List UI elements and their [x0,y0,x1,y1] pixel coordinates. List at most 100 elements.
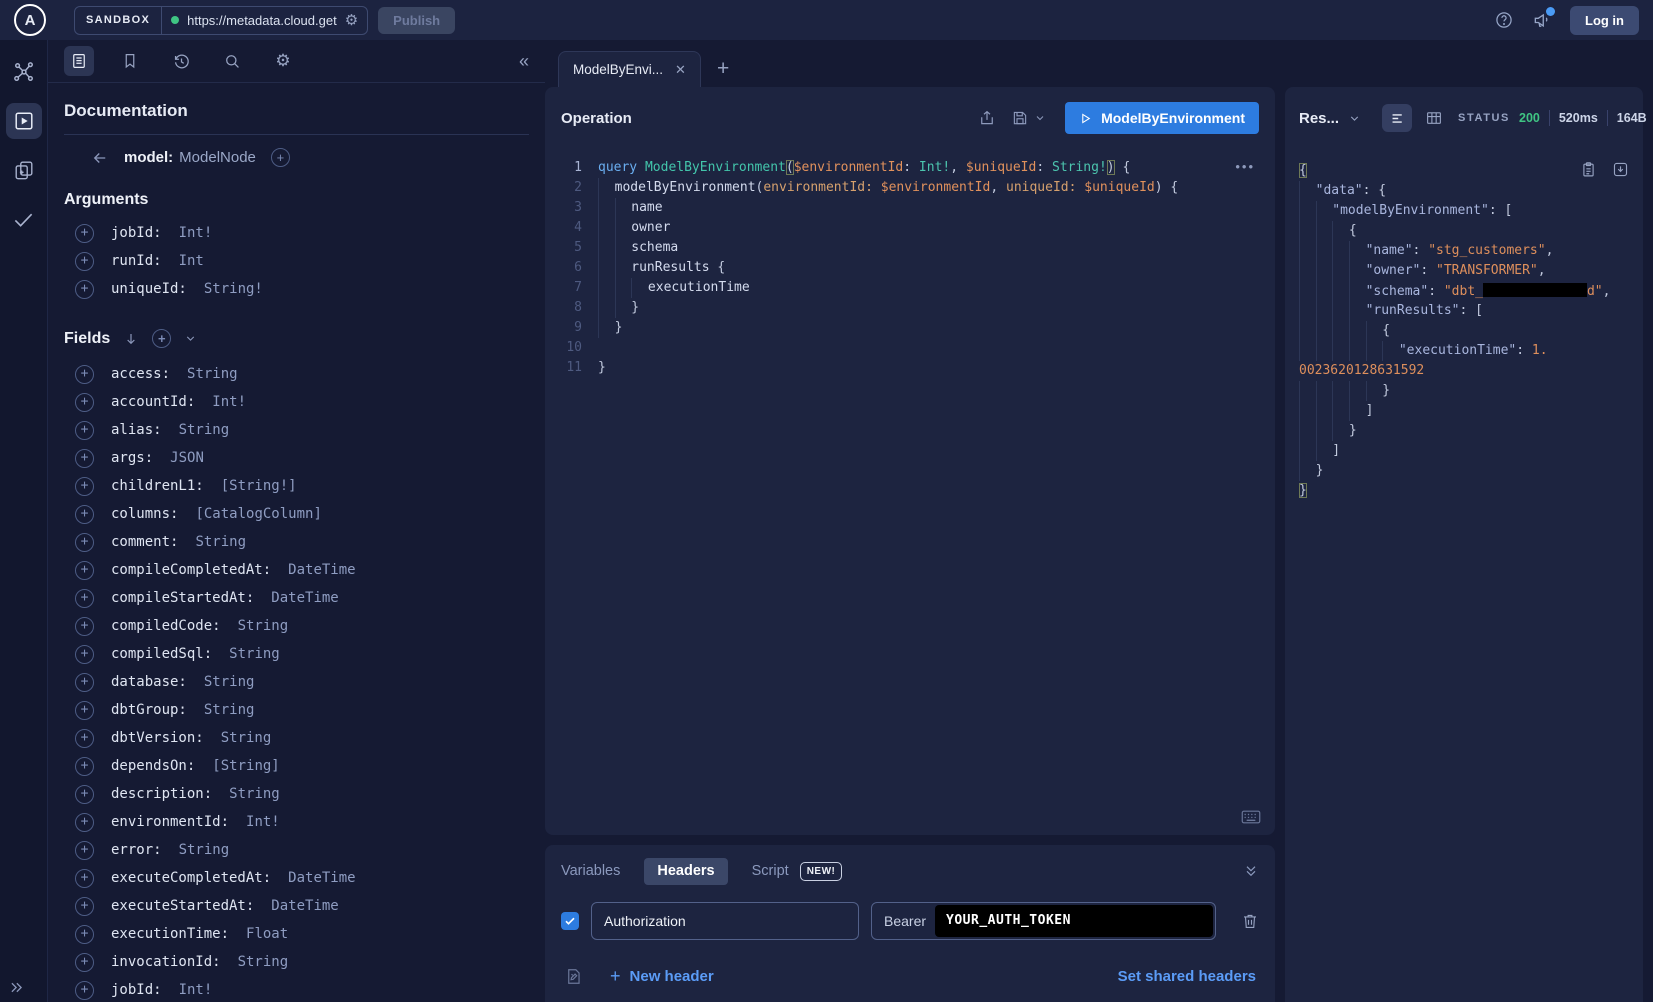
chevron-down-icon[interactable] [184,332,197,345]
tab-headers[interactable]: Headers [644,858,727,885]
doc-field-row[interactable]: executeCompletedAt:DateTime [64,864,529,892]
share-operation-icon[interactable] [978,109,996,127]
add-to-operation-icon[interactable] [75,365,94,384]
history-icon[interactable] [166,46,196,76]
tab-variables[interactable]: Variables [561,864,620,879]
search-icon[interactable] [217,46,247,76]
add-to-operation-icon[interactable] [75,393,94,412]
add-all-fields-icon[interactable] [152,329,171,348]
tab-script-group[interactable]: Script NEW! [752,862,843,881]
doc-field-row[interactable]: comment:String [64,528,529,556]
settings-gear-icon[interactable]: ⚙ [268,46,298,76]
nav-collections[interactable] [6,152,42,188]
editor-options-icon[interactable]: ••• [1235,159,1255,174]
expand-rail-button[interactable] [8,979,25,996]
doc-field-row[interactable]: accountId:Int! [64,388,529,416]
doc-argument-row[interactable]: jobId:Int! [64,219,529,247]
sort-descending-icon[interactable] [123,331,139,347]
new-header-button[interactable]: + New header [610,967,714,985]
add-to-operation-icon[interactable] [75,757,94,776]
add-to-operation-icon[interactable] [75,953,94,972]
doc-field-row[interactable]: alias:String [64,416,529,444]
graph-selector[interactable]: SANDBOX https://metadata.cloud.get ⚙ [74,6,368,35]
header-name-input[interactable] [591,902,859,940]
login-button[interactable]: Log in [1570,6,1639,35]
add-to-operation-icon[interactable] [75,841,94,860]
operation-tab[interactable]: ModelByEnvi... ✕ [558,51,701,87]
auth-token-value[interactable]: YOUR_AUTH_TOKEN [935,905,1213,937]
header-value-input[interactable]: Bearer YOUR_AUTH_TOKEN [871,902,1216,940]
doc-field-row[interactable]: access:String [64,360,529,388]
breadcrumb-type[interactable]: ModelNode [179,149,256,166]
doc-field-row[interactable]: description:String [64,780,529,808]
keyboard-shortcuts-icon[interactable] [1241,809,1261,825]
copy-response-icon[interactable] [1580,161,1597,178]
doc-field-row[interactable]: executeStartedAt:DateTime [64,892,529,920]
add-to-operation-icon[interactable] [75,813,94,832]
back-arrow-icon[interactable] [91,149,109,167]
set-shared-headers-link[interactable]: Set shared headers [1118,968,1256,985]
doc-field-row[interactable]: compiledCode:String [64,612,529,640]
add-to-operation-icon[interactable] [75,224,94,243]
response-title[interactable]: Res... [1299,110,1339,127]
apollo-logo[interactable]: A [14,4,46,36]
run-operation-button[interactable]: ModelByEnvironment [1065,102,1259,134]
doc-field-row[interactable]: dependsOn:[String] [64,752,529,780]
nav-checks[interactable] [6,201,42,237]
add-to-operation-icon[interactable] [75,701,94,720]
doc-field-row[interactable]: columns:[CatalogColumn] [64,500,529,528]
delete-header-icon[interactable] [1241,912,1259,930]
add-to-operation-icon[interactable] [75,785,94,804]
add-to-operation-icon[interactable] [75,561,94,580]
add-to-operation-icon[interactable] [75,280,94,299]
doc-field-row[interactable]: dbtGroup:String [64,696,529,724]
download-response-icon[interactable] [1612,161,1629,178]
response-chevron-down-icon[interactable] [1348,112,1361,125]
add-to-operation-icon[interactable] [75,645,94,664]
add-to-operation-icon[interactable] [75,477,94,496]
close-tab-icon[interactable]: ✕ [675,63,686,76]
doc-field-row[interactable]: environmentId:Int! [64,808,529,836]
json-view-icon[interactable] [1382,104,1412,132]
add-to-operation-icon[interactable] [75,729,94,748]
doc-field-row[interactable]: executionTime:Float [64,920,529,948]
add-to-operation-icon[interactable] [75,449,94,468]
doc-field-row[interactable]: database:String [64,668,529,696]
endpoint-url-field[interactable]: https://metadata.cloud.get ⚙ [162,7,367,34]
publish-button[interactable]: Publish [378,7,455,34]
add-to-operation-icon[interactable] [75,869,94,888]
add-to-operation-icon[interactable] [75,421,94,440]
doc-field-row[interactable]: jobId:Int! [64,976,529,1002]
add-to-operation-icon[interactable] [75,505,94,524]
table-view-icon[interactable] [1419,104,1449,132]
saved-operations-icon[interactable] [115,46,145,76]
add-to-operation-icon[interactable] [75,252,94,271]
doc-argument-row[interactable]: uniqueId:String! [64,275,529,303]
doc-field-row[interactable]: compileStartedAt:DateTime [64,584,529,612]
doc-field-row[interactable]: invocationId:String [64,948,529,976]
nav-schema[interactable] [6,54,42,90]
nav-explorer[interactable] [6,103,42,139]
query-editor[interactable]: 1query ModelByEnvironment($environmentId… [545,149,1275,378]
help-icon[interactable] [1494,10,1514,30]
connection-settings-icon[interactable]: ⚙ [345,13,358,28]
add-to-operation-icon[interactable] [75,925,94,944]
doc-field-row[interactable]: compileCompletedAt:DateTime [64,556,529,584]
environment-variables-icon[interactable] [564,967,583,986]
header-enabled-checkbox[interactable] [561,912,579,930]
announcements-icon[interactable] [1532,10,1552,30]
collapse-settings-icon[interactable] [1243,863,1259,879]
add-to-operation-icon[interactable] [75,617,94,636]
doc-field-row[interactable]: childrenL1:[String!] [64,472,529,500]
doc-field-row[interactable]: args:JSON [64,444,529,472]
doc-argument-row[interactable]: runId:Int [64,247,529,275]
add-to-operation-icon[interactable] [75,589,94,608]
save-operation-group[interactable] [1011,109,1046,127]
doc-field-row[interactable]: dbtVersion:String [64,724,529,752]
collapse-panel-icon[interactable]: « [519,52,529,70]
add-to-operation-icon[interactable] [75,533,94,552]
doc-field-row[interactable]: compiledSql:String [64,640,529,668]
add-type-icon[interactable] [271,148,290,167]
doc-field-row[interactable]: error:String [64,836,529,864]
new-tab-button[interactable]: + [717,58,729,79]
